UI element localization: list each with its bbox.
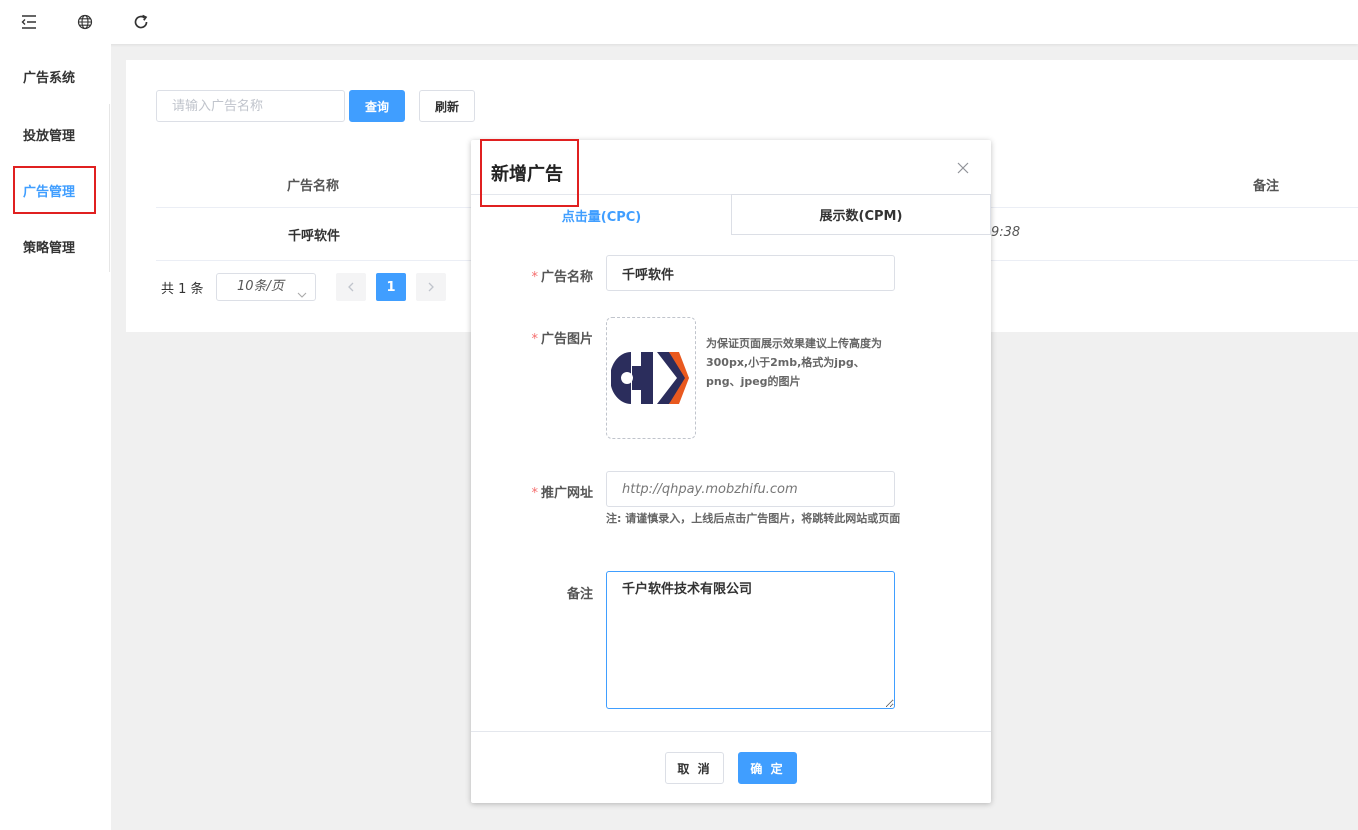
tab-cpm[interactable]: 展示数(CPM): [731, 194, 991, 235]
table-cell-time: 9:38: [991, 225, 1021, 240]
remark-label: 备注: [566, 587, 593, 602]
ad-name-input[interactable]: [606, 255, 895, 291]
sidebar-item-strategy[interactable]: 策略管理: [23, 237, 75, 256]
cancel-button[interactable]: 取 消: [665, 752, 724, 784]
highlight-box-sidebar: [13, 166, 96, 214]
close-icon[interactable]: [955, 160, 971, 176]
query-button[interactable]: 查询: [349, 90, 405, 122]
ad-image-label-text: 广告图片: [540, 332, 593, 347]
sidebar-divider: [109, 104, 110, 272]
globe-icon[interactable]: [75, 12, 95, 32]
ad-logo-image: [611, 352, 689, 404]
search-input[interactable]: [156, 90, 345, 122]
ad-image-label: * 广告图片: [493, 328, 593, 347]
chevron-right-icon: [428, 282, 434, 292]
prev-page-button[interactable]: [336, 273, 366, 301]
highlight-box-title: [480, 139, 579, 207]
page-number-button[interactable]: 1: [376, 273, 406, 301]
collapse-menu-icon[interactable]: [19, 12, 39, 32]
table-cell-name: 千呼软件: [288, 229, 341, 244]
add-ad-dialog: 新增广告 点击量(CPC) 展示数(CPM) *广告名称 *广告图片 为保证页面…: [471, 140, 991, 803]
promo-url-label-text: 推广网址: [540, 486, 593, 501]
column-header-remark: 备注: [1253, 179, 1280, 194]
upload-tip: 为保证页面展示效果建议上传高度为300px,小于2mb,格式为jpg、png、j…: [706, 337, 882, 388]
promo-url-input[interactable]: [606, 471, 895, 507]
chevron-left-icon: [348, 282, 354, 292]
refresh-icon[interactable]: [131, 12, 151, 32]
refresh-button[interactable]: 刷新: [419, 90, 475, 122]
pagination-total: 共 1 条: [161, 282, 204, 297]
ad-name-label: * 广告名称: [493, 266, 593, 285]
column-header-name: 广告名称: [287, 179, 340, 194]
required-mark: *: [531, 270, 538, 285]
ad-name-label-text: 广告名称: [540, 270, 593, 285]
page-size-value: 10条/页: [237, 279, 284, 294]
next-page-button[interactable]: [416, 273, 446, 301]
sidebar: [0, 44, 111, 830]
top-bar: [0, 0, 1358, 44]
chevron-down-icon: [297, 283, 307, 309]
url-note: 注: 请谨慎录入，上线后点击广告图片，将跳转此网站或页面: [606, 512, 901, 525]
promo-url-label: * 推广网址: [493, 482, 593, 501]
remark-textarea[interactable]: 千户软件技术有限公司: [606, 571, 895, 709]
required-mark: *: [531, 332, 538, 347]
sidebar-item-delivery[interactable]: 投放管理: [23, 125, 75, 144]
confirm-button[interactable]: 确 定: [738, 752, 797, 784]
dialog-footer-divider: [471, 731, 991, 732]
image-upload[interactable]: [606, 317, 696, 439]
page-size-select[interactable]: 10条/页: [216, 273, 316, 301]
required-mark: *: [531, 486, 538, 501]
sidebar-item-ad-system[interactable]: 广告系统: [23, 67, 75, 86]
